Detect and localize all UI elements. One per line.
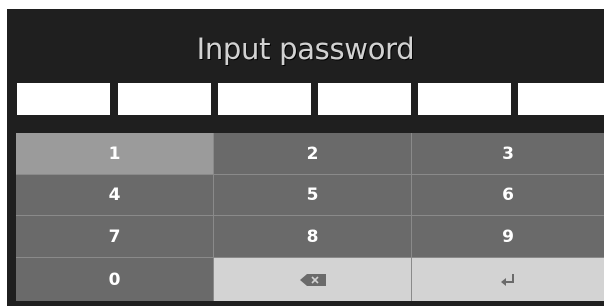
key-9[interactable]: 9 xyxy=(412,216,604,257)
key-3[interactable]: 3 xyxy=(412,133,604,174)
key-1[interactable]: 1 xyxy=(16,133,213,174)
numeric-keypad: 1 2 3 4 5 6 7 8 9 0 xyxy=(16,133,604,301)
key-4[interactable]: 4 xyxy=(16,175,213,215)
pin-input-row xyxy=(17,83,604,115)
pin-slot-3 xyxy=(218,83,311,115)
pin-slot-6 xyxy=(518,83,604,115)
key-0[interactable]: 0 xyxy=(16,258,213,301)
backspace-icon xyxy=(299,273,326,286)
pin-slot-1 xyxy=(17,83,110,115)
pin-slot-5 xyxy=(418,83,511,115)
key-7[interactable]: 7 xyxy=(16,216,213,257)
key-6[interactable]: 6 xyxy=(412,175,604,215)
pin-slot-4 xyxy=(318,83,411,115)
backspace-button[interactable] xyxy=(214,258,411,301)
enter-icon xyxy=(501,273,514,286)
enter-button[interactable] xyxy=(412,258,604,301)
password-dialog: Input password 1 2 3 4 5 6 7 8 9 0 xyxy=(7,9,604,306)
key-2[interactable]: 2 xyxy=(214,133,411,174)
pin-slot-2 xyxy=(118,83,211,115)
key-8[interactable]: 8 xyxy=(214,216,411,257)
dialog-title: Input password xyxy=(196,32,415,66)
key-5[interactable]: 5 xyxy=(214,175,411,215)
